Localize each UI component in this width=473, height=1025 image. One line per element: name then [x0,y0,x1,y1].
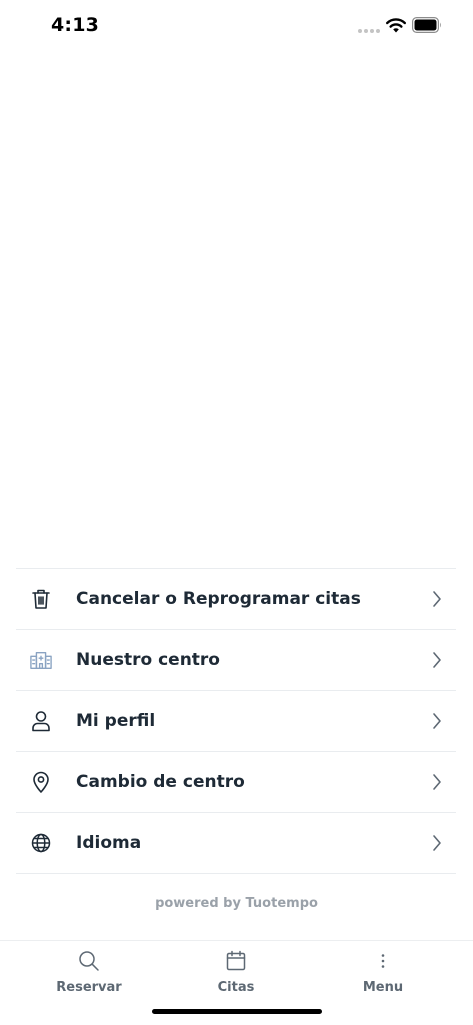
tab-label: Citas [217,980,255,995]
status-bar: 4:13 [0,0,473,54]
menu-item-label: Idioma [76,833,142,853]
tab-label: Menu [362,980,404,995]
status-time: 4:13 [51,14,100,36]
tab-citas[interactable]: Citas [176,949,296,1005]
chevron-right-icon [433,835,441,851]
menu-item-change-center[interactable]: Cambio de centro [16,752,456,813]
cellular-signal-icon [358,29,380,33]
more-vertical-icon [381,954,385,968]
menu-item-language[interactable]: Idioma [16,813,456,874]
search-icon [79,951,99,971]
chevron-right-icon [433,652,441,668]
building-icon [30,649,52,671]
home-indicator[interactable] [152,1009,322,1014]
menu-list: Cancelar o Reprogramar citas Nuestro cen… [16,568,456,874]
menu-item-my-profile[interactable]: Mi perfil [16,691,456,752]
powered-by-text: powered by Tuotempo [155,896,318,911]
chevron-right-icon [433,774,441,790]
wifi-icon [386,18,406,33]
battery-icon [412,17,441,33]
tab-reservar[interactable]: Reservar [29,949,149,1005]
globe-icon [30,832,52,854]
menu-item-our-center[interactable]: Nuestro centro [16,630,456,691]
menu-item-label: Mi perfil [76,711,156,731]
calendar-icon [226,950,246,971]
menu-item-label: Cancelar o Reprogramar citas [76,589,361,609]
tab-menu[interactable]: Menu [323,949,443,1005]
menu-item-cancel-reschedule[interactable]: Cancelar o Reprogramar citas [16,569,456,630]
chevron-right-icon [433,591,441,607]
tab-label: Reservar [56,980,122,995]
user-icon [30,710,52,732]
chevron-right-icon [433,713,441,729]
menu-item-label: Nuestro centro [76,650,220,670]
location-pin-icon [30,771,52,793]
trash-icon [30,588,52,610]
menu-item-label: Cambio de centro [76,772,245,792]
